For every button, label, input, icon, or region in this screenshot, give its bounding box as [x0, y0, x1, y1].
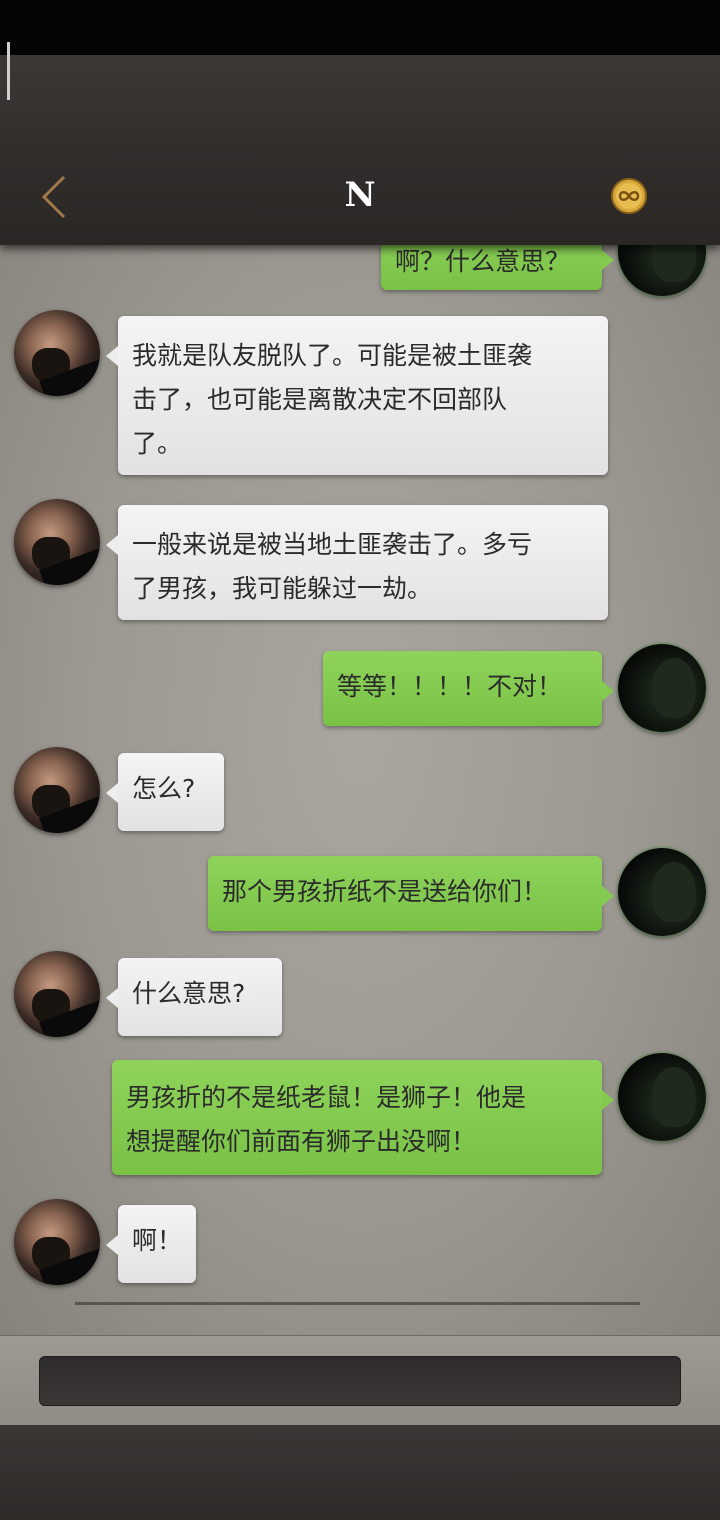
contact-avatar[interactable] — [14, 747, 100, 833]
divider — [75, 1302, 640, 1305]
input-bar — [0, 1335, 720, 1426]
message-line: 想提醒你们前面有狮子出没啊！ — [126, 1127, 477, 1156]
message-bubble-incoming: 什么意思? — [106, 958, 282, 1036]
message-bubble-outgoing: 啊？什么意思？ — [381, 245, 614, 290]
message-bubble-outgoing: 等等！！！！不对！ — [323, 651, 614, 726]
bottom-panel — [0, 1425, 720, 1520]
status-bar — [0, 0, 720, 55]
message-bubble-outgoing: 那个男孩折纸不是送给你们！ — [208, 856, 614, 931]
contact-avatar[interactable] — [14, 951, 100, 1037]
hint-button[interactable] — [610, 177, 648, 215]
message-line: 男孩折的不是纸老鼠！是狮子！他是 — [126, 1083, 527, 1112]
message-line: 了男孩，我可能躲过一劫。 — [132, 574, 433, 603]
player-avatar[interactable] — [618, 245, 706, 296]
header-bar: N — [0, 55, 720, 245]
message-bubble-incoming: 我就是队友脱队了。可能是被土匪袭 击了，也可能是离散决定不回部队 了。 — [106, 316, 608, 475]
message-bubble-incoming: 一般来说是被当地土匪袭击了。多亏 了男孩，我可能躲过一劫。 — [106, 505, 608, 620]
message-line: 等等！！！！不对！ — [337, 672, 563, 701]
message-line: 击了，也可能是离散决定不回部队 — [132, 385, 508, 414]
message-bubble-incoming: 怎么? — [106, 753, 224, 831]
message-line: 怎么? — [132, 774, 196, 803]
message-input[interactable] — [39, 1356, 681, 1406]
chat-scroll-content: 啊？什么意思？ 我就是队友脱队了。可能是被土匪袭 击了，也可能是离散决定不回部队… — [0, 245, 720, 1335]
message-line: 我就是队友脱队了。可能是被土匪袭 — [132, 341, 533, 370]
message-line: 啊！ — [132, 1226, 183, 1255]
contact-avatar[interactable] — [14, 1199, 100, 1285]
message-line: 那个男孩折纸不是送给你们！ — [222, 877, 548, 906]
contact-avatar[interactable] — [14, 499, 100, 585]
message-line: 什么意思? — [132, 979, 246, 1008]
player-avatar[interactable] — [618, 848, 706, 936]
message-bubble-outgoing: 男孩折的不是纸老鼠！是狮子！他是 想提醒你们前面有狮子出没啊！ — [112, 1060, 614, 1175]
message-bubble-incoming: 啊！ — [106, 1205, 196, 1283]
message-line: 一般来说是被当地土匪袭击了。多亏 — [132, 530, 533, 559]
player-avatar[interactable] — [618, 1053, 706, 1141]
message-line: 啊？什么意思？ — [395, 247, 571, 276]
message-line: 了。 — [132, 429, 183, 458]
infinity-coin-icon — [611, 178, 647, 214]
contact-avatar[interactable] — [14, 310, 100, 396]
chat-area[interactable]: 啊？什么意思？ 我就是队友脱队了。可能是被土匪袭 击了，也可能是离散决定不回部队… — [0, 245, 720, 1335]
player-avatar[interactable] — [618, 644, 706, 732]
text-cursor — [7, 42, 10, 100]
